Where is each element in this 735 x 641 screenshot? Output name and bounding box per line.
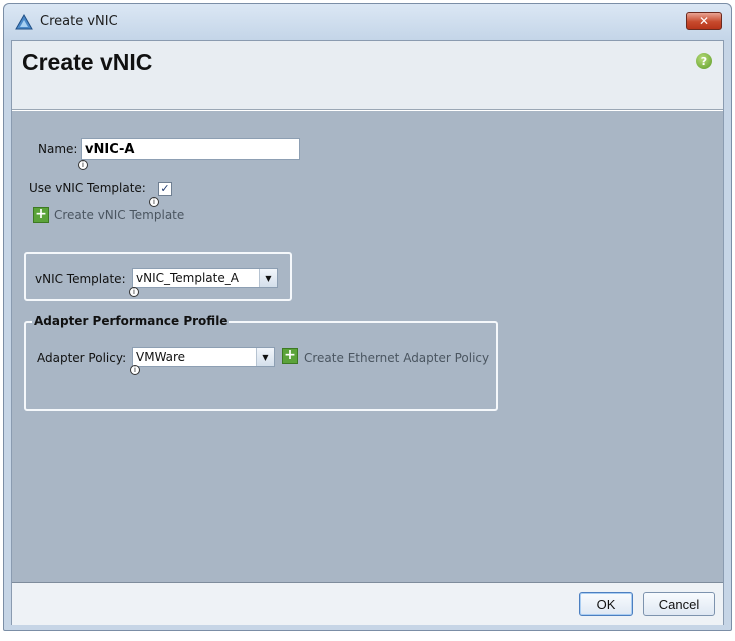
dialog-window: Create vNIC ✕ Create vNIC ? Name: vNIC-A…: [3, 3, 732, 631]
adapter-policy-value: VMWare: [136, 350, 186, 364]
dialog-body: Create vNIC ? Name: vNIC-A i Use vNIC Te…: [11, 40, 724, 625]
use-template-label: Use vNIC Template:: [29, 181, 146, 195]
form-panel: Name: vNIC-A i Use vNIC Template: ✓ i + …: [12, 111, 723, 582]
create-vnic-template-link[interactable]: Create vNIC Template: [54, 208, 184, 222]
add-adapter-policy-icon[interactable]: +: [282, 348, 298, 364]
window-title: Create vNIC: [40, 14, 118, 29]
adapter-profile-legend: Adapter Performance Profile: [32, 314, 230, 328]
use-template-checkbox[interactable]: ✓: [158, 182, 172, 196]
adapter-policy-select[interactable]: VMWare ▼: [132, 347, 275, 367]
name-input[interactable]: vNIC-A: [81, 138, 300, 160]
dialog-footer: OK Cancel: [12, 582, 723, 625]
close-icon: ✕: [698, 14, 710, 28]
chevron-down-icon[interactable]: ▼: [259, 269, 277, 287]
chevron-down-icon[interactable]: ▼: [256, 348, 274, 366]
help-icon[interactable]: ?: [696, 53, 712, 69]
template-select[interactable]: vNIC_Template_A ▼: [132, 268, 278, 288]
template-select-value: vNIC_Template_A: [136, 271, 239, 285]
use-template-info-icon[interactable]: i: [149, 197, 159, 207]
add-template-icon[interactable]: +: [33, 207, 49, 223]
template-label: vNIC Template:: [35, 272, 126, 286]
help-icon-glyph: ?: [700, 54, 708, 68]
create-ethernet-adapter-policy-link[interactable]: Create Ethernet Adapter Policy: [304, 351, 489, 365]
template-groupbox: vNIC Template: vNIC_Template_A ▼ i: [24, 252, 292, 301]
name-label: Name:: [38, 142, 78, 156]
close-button[interactable]: ✕: [686, 12, 722, 30]
cancel-button[interactable]: Cancel: [643, 592, 715, 616]
adapter-profile-groupbox: Adapter Performance Profile Adapter Poli…: [24, 314, 498, 411]
page-title: Create vNIC: [22, 49, 153, 75]
app-logo-icon: [15, 14, 33, 30]
title-bar[interactable]: Create vNIC ✕: [4, 4, 731, 40]
adapter-policy-info-icon[interactable]: i: [130, 365, 140, 375]
adapter-policy-label: Adapter Policy:: [37, 351, 127, 365]
name-info-icon[interactable]: i: [78, 160, 88, 170]
template-info-icon[interactable]: i: [129, 287, 139, 297]
ok-button[interactable]: OK: [579, 592, 633, 616]
dialog-header: Create vNIC ?: [12, 41, 723, 110]
